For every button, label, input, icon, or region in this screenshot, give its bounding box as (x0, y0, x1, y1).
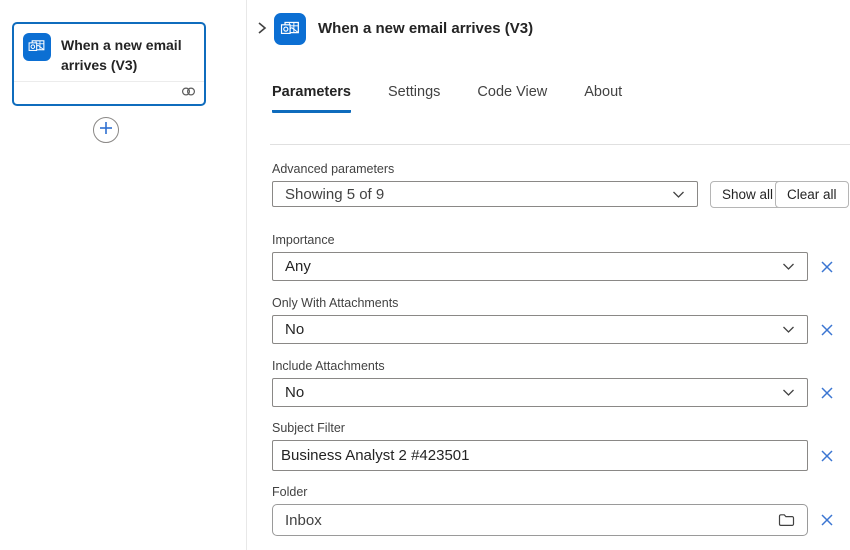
folder-remove-button[interactable] (816, 509, 838, 531)
importance-label: Importance (272, 233, 335, 247)
folder-value: Inbox (273, 512, 778, 529)
outlook-connector-icon (274, 13, 306, 45)
subject-filter-remove-button[interactable] (816, 445, 838, 467)
show-all-button[interactable]: Show all (710, 181, 785, 208)
folder-label: Folder (272, 485, 307, 499)
include-attachments-remove-button[interactable] (816, 382, 838, 404)
plus-icon (99, 121, 113, 140)
tab-settings[interactable]: Settings (388, 84, 440, 113)
include-attachments-dropdown[interactable]: No (272, 378, 808, 407)
advanced-parameters-label: Advanced parameters (272, 162, 394, 176)
connection-icon (181, 84, 196, 102)
advanced-parameters-dropdown[interactable]: Showing 5 of 9 (272, 181, 698, 207)
include-attachments-label: Include Attachments (272, 359, 385, 373)
tab-about[interactable]: About (584, 84, 622, 113)
tab-bar: Parameters Settings Code View About (272, 84, 659, 113)
include-attachments-value: No (273, 384, 782, 401)
advanced-parameters-value: Showing 5 of 9 (273, 186, 672, 203)
chevron-down-icon (782, 388, 795, 397)
only-with-attachments-dropdown[interactable]: No (272, 315, 808, 344)
chevron-right-icon (256, 21, 268, 38)
clear-all-button[interactable]: Clear all (775, 181, 849, 208)
tab-separator (270, 144, 850, 145)
tab-parameters[interactable]: Parameters (272, 84, 351, 113)
panel-title: When a new email arrives (V3) (318, 20, 533, 37)
chevron-down-icon (672, 190, 685, 199)
importance-dropdown[interactable]: Any (272, 252, 808, 281)
subject-filter-input[interactable]: Business Analyst 2 #423501 (272, 440, 808, 471)
trigger-card-title: When a new email arrives (V3) (61, 33, 196, 75)
trigger-card[interactable]: When a new email arrives (V3) (12, 22, 206, 106)
importance-value: Any (273, 258, 782, 275)
only-with-attachments-remove-button[interactable] (816, 319, 838, 341)
outlook-connector-icon (23, 33, 51, 61)
add-action-button[interactable] (93, 117, 119, 143)
importance-remove-button[interactable] (816, 256, 838, 278)
only-with-attachments-label: Only With Attachments (272, 296, 398, 310)
only-with-attachments-value: No (273, 321, 782, 338)
subject-filter-label: Subject Filter (272, 421, 345, 435)
tab-code-view[interactable]: Code View (477, 84, 547, 113)
chevron-down-icon (782, 325, 795, 334)
folder-input[interactable]: Inbox (272, 504, 808, 536)
chevron-down-icon (782, 262, 795, 271)
flow-canvas: When a new email arrives (V3) (0, 0, 246, 550)
subject-filter-value: Business Analyst 2 #423501 (273, 447, 807, 464)
folder-picker-icon[interactable] (778, 513, 795, 527)
collapse-panel-button[interactable] (251, 18, 273, 40)
trigger-config-panel: When a new email arrives (V3) Parameters… (247, 0, 850, 550)
